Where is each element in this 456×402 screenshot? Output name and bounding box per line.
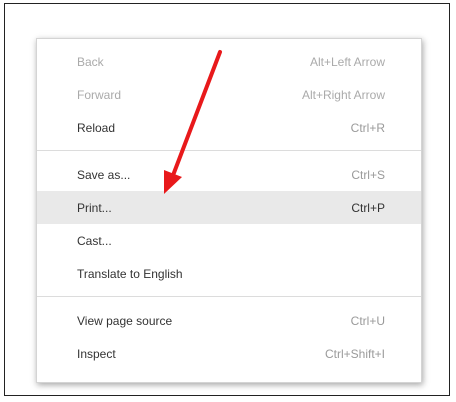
menu-item-shortcut: Alt+Left Arrow	[309, 54, 385, 69]
menu-item-shortcut: Ctrl+U	[350, 313, 385, 328]
menu-item-print[interactable]: Print... Ctrl+P	[37, 191, 421, 224]
menu-item-inspect[interactable]: Inspect Ctrl+Shift+I	[37, 337, 421, 370]
menu-separator	[37, 150, 421, 151]
menu-item-shortcut: Ctrl+S	[351, 167, 385, 182]
menu-item-label: Reload	[77, 120, 116, 135]
menu-item-label: View page source	[77, 313, 173, 328]
menu-item-label: Cast...	[77, 233, 112, 248]
menu-item-shortcut: Ctrl+P	[351, 200, 385, 215]
menu-separator	[37, 296, 421, 297]
menu-item-label: Save as...	[77, 167, 131, 182]
menu-item-cast[interactable]: Cast...	[37, 224, 421, 257]
menu-item-label: Back	[77, 54, 104, 69]
menu-item-save-as[interactable]: Save as... Ctrl+S	[37, 158, 421, 191]
menu-item-shortcut: Ctrl+R	[350, 120, 385, 135]
menu-item-shortcut: Alt+Right Arrow	[301, 87, 385, 102]
menu-item-label: Forward	[77, 87, 122, 102]
menu-item-view-page-source[interactable]: View page source Ctrl+U	[37, 304, 421, 337]
menu-item-shortcut: Ctrl+Shift+I	[324, 346, 385, 361]
menu-item-back[interactable]: Back Alt+Left Arrow	[37, 45, 421, 78]
menu-item-reload[interactable]: Reload Ctrl+R	[37, 111, 421, 144]
menu-item-label: Translate to English	[77, 266, 183, 281]
menu-item-forward[interactable]: Forward Alt+Right Arrow	[37, 78, 421, 111]
menu-item-translate[interactable]: Translate to English	[37, 257, 421, 290]
menu-item-label: Inspect	[77, 346, 116, 361]
context-menu: Back Alt+Left Arrow Forward Alt+Right Ar…	[36, 38, 422, 383]
menu-item-label: Print...	[77, 200, 112, 215]
